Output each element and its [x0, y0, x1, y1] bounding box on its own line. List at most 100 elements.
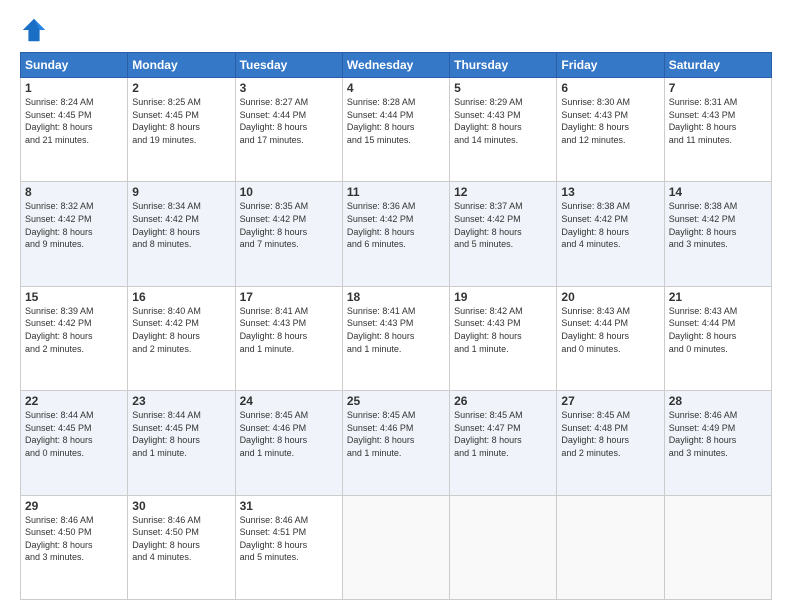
day-number: 20	[561, 290, 659, 304]
calendar-cell: 20Sunrise: 8:43 AM Sunset: 4:44 PM Dayli…	[557, 286, 664, 390]
day-number: 16	[132, 290, 230, 304]
day-info: Sunrise: 8:37 AM Sunset: 4:42 PM Dayligh…	[454, 200, 552, 250]
calendar-cell: 28Sunrise: 8:46 AM Sunset: 4:49 PM Dayli…	[664, 391, 771, 495]
day-info: Sunrise: 8:32 AM Sunset: 4:42 PM Dayligh…	[25, 200, 123, 250]
calendar-cell: 24Sunrise: 8:45 AM Sunset: 4:46 PM Dayli…	[235, 391, 342, 495]
day-info: Sunrise: 8:45 AM Sunset: 4:46 PM Dayligh…	[240, 409, 338, 459]
day-info: Sunrise: 8:45 AM Sunset: 4:48 PM Dayligh…	[561, 409, 659, 459]
day-number: 31	[240, 499, 338, 513]
day-number: 21	[669, 290, 767, 304]
col-header-tuesday: Tuesday	[235, 53, 342, 78]
calendar-cell: 11Sunrise: 8:36 AM Sunset: 4:42 PM Dayli…	[342, 182, 449, 286]
week-row-3: 15Sunrise: 8:39 AM Sunset: 4:42 PM Dayli…	[21, 286, 772, 390]
day-number: 23	[132, 394, 230, 408]
calendar-cell: 29Sunrise: 8:46 AM Sunset: 4:50 PM Dayli…	[21, 495, 128, 599]
day-number: 26	[454, 394, 552, 408]
day-number: 1	[25, 81, 123, 95]
day-number: 7	[669, 81, 767, 95]
day-info: Sunrise: 8:45 AM Sunset: 4:46 PM Dayligh…	[347, 409, 445, 459]
calendar-cell: 5Sunrise: 8:29 AM Sunset: 4:43 PM Daylig…	[450, 78, 557, 182]
day-number: 30	[132, 499, 230, 513]
calendar-cell: 4Sunrise: 8:28 AM Sunset: 4:44 PM Daylig…	[342, 78, 449, 182]
day-number: 22	[25, 394, 123, 408]
day-number: 2	[132, 81, 230, 95]
week-row-5: 29Sunrise: 8:46 AM Sunset: 4:50 PM Dayli…	[21, 495, 772, 599]
day-number: 17	[240, 290, 338, 304]
day-number: 27	[561, 394, 659, 408]
day-info: Sunrise: 8:41 AM Sunset: 4:43 PM Dayligh…	[240, 305, 338, 355]
day-info: Sunrise: 8:45 AM Sunset: 4:47 PM Dayligh…	[454, 409, 552, 459]
day-number: 25	[347, 394, 445, 408]
col-header-friday: Friday	[557, 53, 664, 78]
day-number: 10	[240, 185, 338, 199]
day-number: 28	[669, 394, 767, 408]
day-info: Sunrise: 8:46 AM Sunset: 4:50 PM Dayligh…	[132, 514, 230, 564]
calendar-cell	[664, 495, 771, 599]
day-info: Sunrise: 8:30 AM Sunset: 4:43 PM Dayligh…	[561, 96, 659, 146]
logo-icon	[20, 16, 48, 44]
day-info: Sunrise: 8:34 AM Sunset: 4:42 PM Dayligh…	[132, 200, 230, 250]
calendar-cell: 23Sunrise: 8:44 AM Sunset: 4:45 PM Dayli…	[128, 391, 235, 495]
day-number: 29	[25, 499, 123, 513]
calendar-cell: 26Sunrise: 8:45 AM Sunset: 4:47 PM Dayli…	[450, 391, 557, 495]
day-number: 6	[561, 81, 659, 95]
calendar-cell: 6Sunrise: 8:30 AM Sunset: 4:43 PM Daylig…	[557, 78, 664, 182]
header	[20, 16, 772, 44]
col-header-wednesday: Wednesday	[342, 53, 449, 78]
day-info: Sunrise: 8:35 AM Sunset: 4:42 PM Dayligh…	[240, 200, 338, 250]
header-row: SundayMondayTuesdayWednesdayThursdayFrid…	[21, 53, 772, 78]
day-info: Sunrise: 8:46 AM Sunset: 4:50 PM Dayligh…	[25, 514, 123, 564]
calendar-cell: 14Sunrise: 8:38 AM Sunset: 4:42 PM Dayli…	[664, 182, 771, 286]
day-info: Sunrise: 8:40 AM Sunset: 4:42 PM Dayligh…	[132, 305, 230, 355]
calendar-cell: 25Sunrise: 8:45 AM Sunset: 4:46 PM Dayli…	[342, 391, 449, 495]
day-info: Sunrise: 8:46 AM Sunset: 4:49 PM Dayligh…	[669, 409, 767, 459]
page: SundayMondayTuesdayWednesdayThursdayFrid…	[0, 0, 792, 612]
calendar-cell: 13Sunrise: 8:38 AM Sunset: 4:42 PM Dayli…	[557, 182, 664, 286]
calendar-cell: 21Sunrise: 8:43 AM Sunset: 4:44 PM Dayli…	[664, 286, 771, 390]
day-info: Sunrise: 8:24 AM Sunset: 4:45 PM Dayligh…	[25, 96, 123, 146]
day-info: Sunrise: 8:44 AM Sunset: 4:45 PM Dayligh…	[132, 409, 230, 459]
day-info: Sunrise: 8:38 AM Sunset: 4:42 PM Dayligh…	[561, 200, 659, 250]
day-number: 15	[25, 290, 123, 304]
day-number: 14	[669, 185, 767, 199]
day-info: Sunrise: 8:31 AM Sunset: 4:43 PM Dayligh…	[669, 96, 767, 146]
calendar-cell: 15Sunrise: 8:39 AM Sunset: 4:42 PM Dayli…	[21, 286, 128, 390]
day-info: Sunrise: 8:44 AM Sunset: 4:45 PM Dayligh…	[25, 409, 123, 459]
day-info: Sunrise: 8:28 AM Sunset: 4:44 PM Dayligh…	[347, 96, 445, 146]
week-row-2: 8Sunrise: 8:32 AM Sunset: 4:42 PM Daylig…	[21, 182, 772, 286]
day-info: Sunrise: 8:42 AM Sunset: 4:43 PM Dayligh…	[454, 305, 552, 355]
day-info: Sunrise: 8:39 AM Sunset: 4:42 PM Dayligh…	[25, 305, 123, 355]
calendar-cell: 19Sunrise: 8:42 AM Sunset: 4:43 PM Dayli…	[450, 286, 557, 390]
day-number: 19	[454, 290, 552, 304]
day-number: 9	[132, 185, 230, 199]
calendar-cell: 10Sunrise: 8:35 AM Sunset: 4:42 PM Dayli…	[235, 182, 342, 286]
col-header-monday: Monday	[128, 53, 235, 78]
day-number: 13	[561, 185, 659, 199]
day-info: Sunrise: 8:46 AM Sunset: 4:51 PM Dayligh…	[240, 514, 338, 564]
col-header-sunday: Sunday	[21, 53, 128, 78]
day-number: 8	[25, 185, 123, 199]
day-number: 3	[240, 81, 338, 95]
day-info: Sunrise: 8:41 AM Sunset: 4:43 PM Dayligh…	[347, 305, 445, 355]
calendar-cell: 18Sunrise: 8:41 AM Sunset: 4:43 PM Dayli…	[342, 286, 449, 390]
calendar-cell: 3Sunrise: 8:27 AM Sunset: 4:44 PM Daylig…	[235, 78, 342, 182]
day-info: Sunrise: 8:27 AM Sunset: 4:44 PM Dayligh…	[240, 96, 338, 146]
week-row-1: 1Sunrise: 8:24 AM Sunset: 4:45 PM Daylig…	[21, 78, 772, 182]
day-number: 12	[454, 185, 552, 199]
calendar-cell: 30Sunrise: 8:46 AM Sunset: 4:50 PM Dayli…	[128, 495, 235, 599]
calendar-cell: 8Sunrise: 8:32 AM Sunset: 4:42 PM Daylig…	[21, 182, 128, 286]
calendar-cell: 16Sunrise: 8:40 AM Sunset: 4:42 PM Dayli…	[128, 286, 235, 390]
day-info: Sunrise: 8:43 AM Sunset: 4:44 PM Dayligh…	[561, 305, 659, 355]
calendar-cell: 31Sunrise: 8:46 AM Sunset: 4:51 PM Dayli…	[235, 495, 342, 599]
calendar-cell	[557, 495, 664, 599]
day-info: Sunrise: 8:43 AM Sunset: 4:44 PM Dayligh…	[669, 305, 767, 355]
col-header-saturday: Saturday	[664, 53, 771, 78]
day-number: 18	[347, 290, 445, 304]
week-row-4: 22Sunrise: 8:44 AM Sunset: 4:45 PM Dayli…	[21, 391, 772, 495]
calendar-cell: 17Sunrise: 8:41 AM Sunset: 4:43 PM Dayli…	[235, 286, 342, 390]
col-header-thursday: Thursday	[450, 53, 557, 78]
calendar-cell: 12Sunrise: 8:37 AM Sunset: 4:42 PM Dayli…	[450, 182, 557, 286]
day-number: 24	[240, 394, 338, 408]
calendar-cell: 2Sunrise: 8:25 AM Sunset: 4:45 PM Daylig…	[128, 78, 235, 182]
day-info: Sunrise: 8:36 AM Sunset: 4:42 PM Dayligh…	[347, 200, 445, 250]
